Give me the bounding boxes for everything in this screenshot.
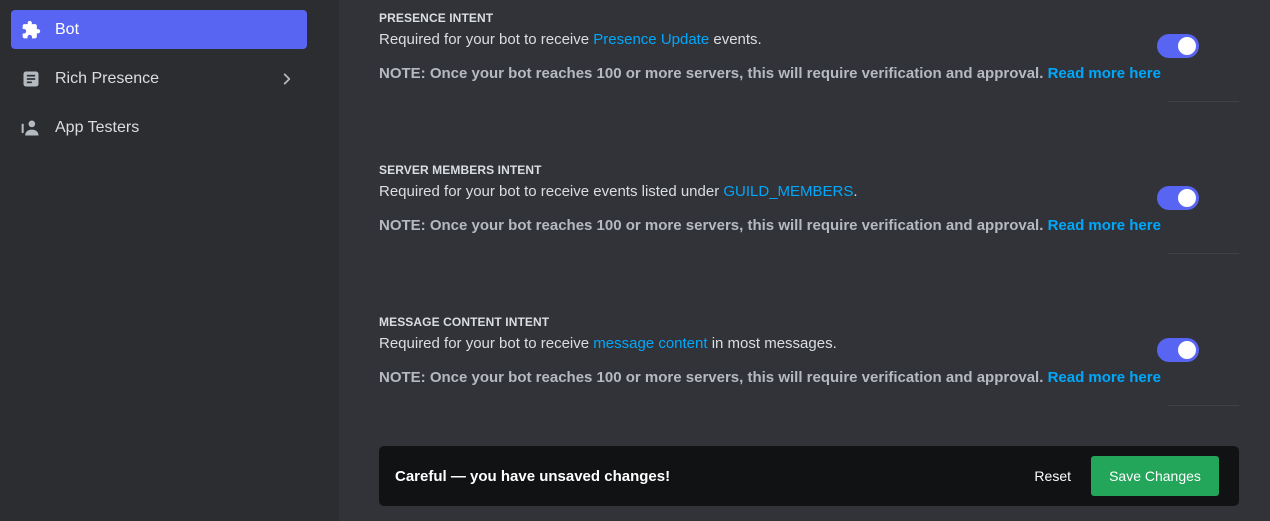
- sidebar-item-label: App Testers: [55, 118, 140, 136]
- intent-desc-text: in most messages.: [707, 335, 837, 352]
- sidebar-item-bot[interactable]: Bot: [11, 10, 307, 49]
- chevron-right-icon: [277, 69, 297, 89]
- intent-note-text: NOTE: Once your bot reaches 100 or more …: [379, 65, 1044, 82]
- sidebar-item-label: Bot: [55, 20, 80, 38]
- intent-description: Required for your bot to receive Presenc…: [379, 31, 762, 48]
- intent-note-text: NOTE: Once your bot reaches 100 or more …: [379, 369, 1044, 386]
- intent-desc-text: Required for your bot to receive events …: [379, 183, 724, 200]
- intent-note: NOTE: Once your bot reaches 100 or more …: [379, 65, 1161, 82]
- user-testers-icon: [20, 117, 42, 139]
- read-more-link[interactable]: Read more here: [1048, 65, 1161, 82]
- unsaved-changes-message: Careful — you have unsaved changes!: [395, 467, 671, 485]
- presence-intent-section: PRESENCE INTENT Required for your bot to…: [379, 11, 1239, 102]
- intent-title: PRESENCE INTENT: [379, 11, 494, 25]
- toggle-knob: [1178, 37, 1196, 55]
- sidebar-item-rich-presence[interactable]: Rich Presence: [11, 59, 307, 98]
- intent-title: MESSAGE CONTENT INTENT: [379, 315, 550, 329]
- intent-description: Required for your bot to receive events …: [379, 183, 858, 200]
- intent-desc-text: events.: [709, 31, 762, 48]
- divider: [1168, 253, 1239, 254]
- intent-description: Required for your bot to receive message…: [379, 335, 837, 352]
- presence-intent-toggle[interactable]: [1157, 34, 1199, 58]
- presence-update-link[interactable]: Presence Update: [593, 31, 709, 48]
- intent-note: NOTE: Once your bot reaches 100 or more …: [379, 217, 1161, 234]
- main-content: PRESENCE INTENT Required for your bot to…: [339, 0, 1270, 521]
- document-icon: [20, 68, 42, 90]
- unsaved-changes-bar: Careful — you have unsaved changes! Rese…: [379, 446, 1239, 506]
- divider: [1168, 101, 1239, 102]
- message-content-link[interactable]: message content: [593, 335, 707, 352]
- sidebar-item-label: Rich Presence: [55, 69, 160, 87]
- guild-members-link[interactable]: GUILD_MEMBERS: [723, 183, 853, 200]
- toggle-knob: [1178, 189, 1196, 207]
- sidebar: Bot Rich Presence App Testers: [0, 0, 339, 521]
- read-more-link[interactable]: Read more here: [1048, 369, 1161, 386]
- server-members-intent-section: SERVER MEMBERS INTENT Required for your …: [379, 163, 1239, 254]
- message-content-intent-section: MESSAGE CONTENT INTENT Required for your…: [379, 315, 1239, 406]
- sidebar-item-app-testers[interactable]: App Testers: [11, 108, 307, 147]
- read-more-link[interactable]: Read more here: [1048, 217, 1161, 234]
- divider: [1168, 405, 1239, 406]
- puzzle-icon: [20, 19, 42, 41]
- intent-desc-text: Required for your bot to receive: [379, 335, 594, 352]
- intent-desc-text: .: [853, 183, 858, 200]
- intent-note-text: NOTE: Once your bot reaches 100 or more …: [379, 217, 1044, 234]
- save-changes-button[interactable]: Save Changes: [1091, 456, 1219, 496]
- intent-desc-text: Required for your bot to receive: [379, 31, 594, 48]
- toggle-knob: [1178, 341, 1196, 359]
- reset-button[interactable]: Reset: [1034, 468, 1071, 484]
- message-content-intent-toggle[interactable]: [1157, 338, 1199, 362]
- intent-title: SERVER MEMBERS INTENT: [379, 163, 542, 177]
- server-members-intent-toggle[interactable]: [1157, 186, 1199, 210]
- intent-note: NOTE: Once your bot reaches 100 or more …: [379, 369, 1161, 386]
